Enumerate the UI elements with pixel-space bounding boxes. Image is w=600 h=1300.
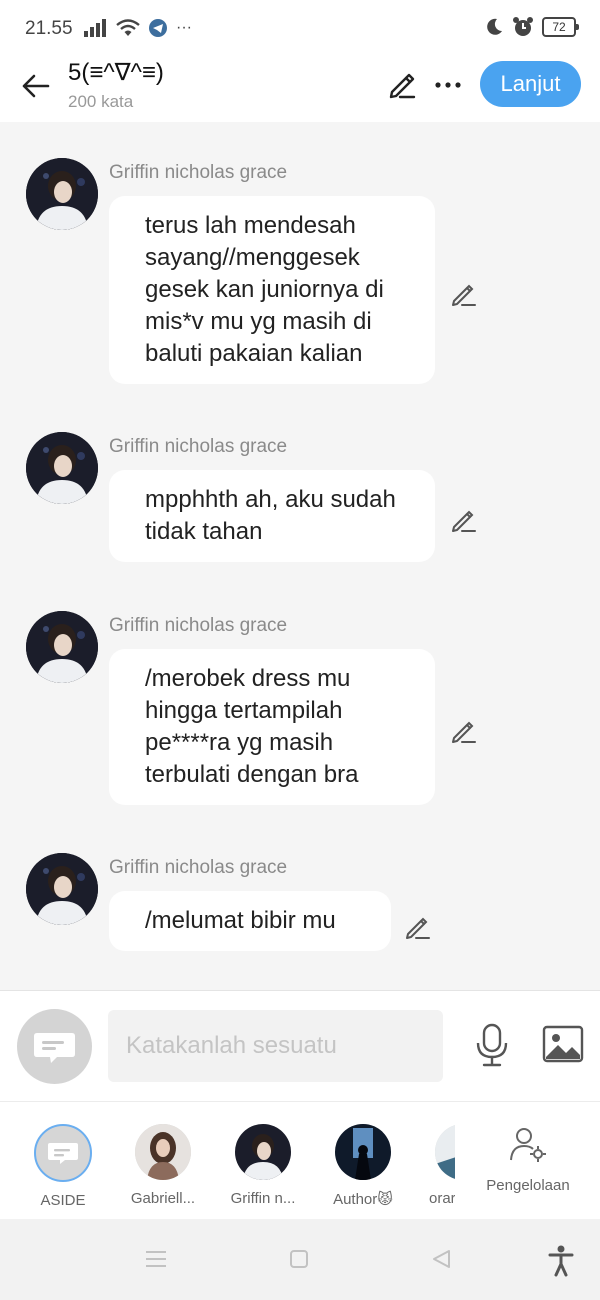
next-button[interactable]: Lanjut: [480, 61, 581, 107]
message-bubble[interactable]: /melumat bibir mu: [109, 891, 391, 951]
alarm-icon: [513, 17, 533, 36]
arrow-left-icon[interactable]: [18, 68, 54, 104]
microphone-icon[interactable]: [474, 1023, 510, 1067]
avatar: [435, 1124, 455, 1180]
menu-icon[interactable]: [146, 1250, 166, 1268]
more-icon[interactable]: [433, 70, 463, 100]
character-label: Griffin n...: [230, 1190, 296, 1207]
manage-button[interactable]: Pengelolaan: [478, 1124, 578, 1194]
message-bubble[interactable]: terus lah mendesah sayang//menggesek ges…: [109, 196, 435, 384]
back-triangle-icon[interactable]: [431, 1249, 451, 1269]
avatar: [135, 1124, 191, 1180]
wifi-icon: [116, 19, 140, 36]
character-label: Author😾: [333, 1191, 393, 1208]
pencil-icon[interactable]: [386, 68, 418, 100]
message-bubble[interactable]: mpphhth ah, aku sudah tidak tahan: [109, 470, 435, 562]
chat-bubble-icon: [34, 1033, 75, 1063]
accessibility-icon[interactable]: [548, 1245, 574, 1277]
home-icon[interactable]: [289, 1249, 309, 1269]
aside-mode-button[interactable]: [17, 1009, 92, 1084]
character-label: Gabriell...: [130, 1190, 196, 1207]
status-time: 21.55: [25, 18, 73, 39]
avatar[interactable]: [26, 611, 98, 683]
character-selector: ASIDE Gabriell... Griffin n... Author😾 o…: [0, 1101, 600, 1220]
character-aside[interactable]: ASIDE: [21, 1124, 105, 1209]
manage-label: Pengelolaan: [486, 1177, 570, 1194]
user-gear-icon: [510, 1128, 546, 1162]
character-label: orar: [429, 1190, 455, 1207]
system-nav-bar: [0, 1219, 600, 1300]
avatar: [235, 1124, 291, 1180]
character-orang[interactable]: orar: [421, 1124, 455, 1207]
status-bar: 21.55 ··· 72: [0, 0, 600, 58]
pencil-icon[interactable]: [450, 506, 478, 534]
battery-indicator: 72: [542, 17, 579, 37]
avatar[interactable]: [26, 853, 98, 925]
sender-name: Griffin nicholas grace: [109, 857, 288, 878]
pencil-icon[interactable]: [450, 717, 478, 745]
aside-avatar: [34, 1124, 92, 1182]
sender-name: Griffin nicholas grace: [109, 615, 288, 636]
sender-name: Griffin nicholas grace: [109, 436, 288, 457]
image-icon[interactable]: [542, 1025, 584, 1063]
character-gabriella[interactable]: Gabriell...: [121, 1124, 205, 1207]
page-title: 5(≡^∇^≡): [68, 59, 164, 86]
status-left-icons: ···: [84, 18, 192, 38]
sender-name: Griffin nicholas grace: [109, 162, 288, 183]
character-author[interactable]: Author😾: [321, 1124, 405, 1208]
character-griffin[interactable]: Griffin n...: [221, 1124, 305, 1207]
moon-icon: [487, 18, 502, 35]
signal-icon: [84, 19, 106, 37]
avatar[interactable]: [26, 158, 98, 230]
telegram-icon: [149, 19, 167, 37]
avatar: [335, 1124, 391, 1180]
character-label: ASIDE: [40, 1192, 86, 1209]
chat-list: Griffin nicholas grace terus lah mendesa…: [0, 122, 600, 990]
status-right-icons: 72: [484, 16, 579, 38]
avatar[interactable]: [26, 432, 98, 504]
word-count: 200 kata: [68, 92, 134, 111]
status-more-dots: ···: [176, 19, 192, 36]
message-input[interactable]: [108, 1010, 443, 1082]
pencil-icon[interactable]: [404, 913, 432, 941]
composer-bar: [0, 990, 600, 1101]
pencil-icon[interactable]: [450, 280, 478, 308]
chat-bubble-icon: [48, 1143, 78, 1164]
message-bubble[interactable]: /merobek dress mu hingga tertampilah pe*…: [109, 649, 435, 805]
header: 5(≡^∇^≡) 200 kata Lanjut: [0, 58, 600, 122]
